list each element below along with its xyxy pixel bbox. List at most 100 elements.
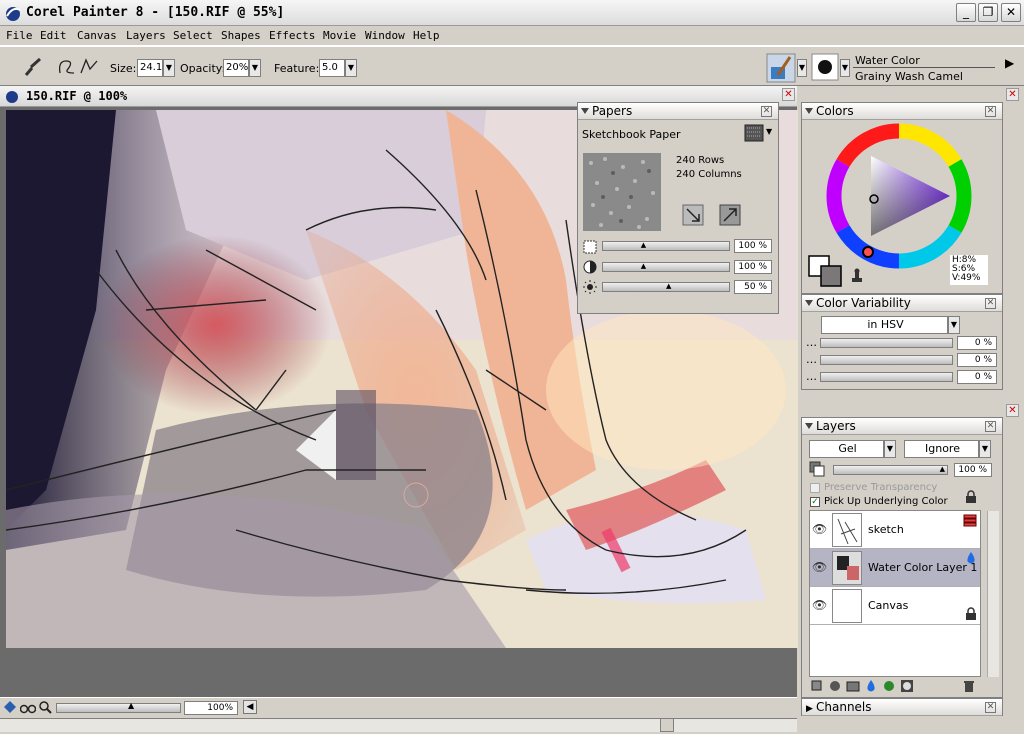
color-wheel[interactable] <box>826 123 972 269</box>
binoculars-icon[interactable] <box>20 700 36 714</box>
composite-method-dropdown-icon[interactable]: ▼ <box>884 440 896 458</box>
variability-saturation-slider[interactable] <box>820 355 953 365</box>
scrollbar-thumb[interactable] <box>660 718 674 732</box>
paper-scale-slider[interactable]: ▲ <box>602 241 730 251</box>
composite-depth-dropdown-icon[interactable]: ▼ <box>979 440 991 458</box>
size-field[interactable]: 24.1 <box>137 59 163 77</box>
colors-close-icon[interactable]: ✕ <box>985 106 996 117</box>
layer-visibility-icon[interactable]: 👁 <box>812 598 827 612</box>
zoom-icon[interactable] <box>38 700 52 714</box>
clone-color-stamp-icon[interactable] <box>849 268 865 284</box>
zoom-slider-thumb-icon[interactable]: ▲ <box>128 701 134 710</box>
opacity-field[interactable]: 20% <box>223 59 249 77</box>
drawing-mode-icon[interactable] <box>3 700 17 714</box>
brush-tool-icon[interactable] <box>22 57 44 77</box>
brush-variant-dropdown-icon[interactable]: ▼ <box>840 59 850 77</box>
layer-row-canvas[interactable]: 👁 Canvas <box>810 587 980 625</box>
menu-file[interactable]: File <box>6 29 33 42</box>
variability-value-value[interactable]: 0 % <box>957 370 997 384</box>
papers-close-icon[interactable]: ✕ <box>761 106 772 117</box>
layer-visibility-icon[interactable]: 👁 <box>812 522 827 536</box>
watercolor-drop-icon <box>967 552 975 564</box>
paper-contrast-slider[interactable]: ▲ <box>602 262 730 272</box>
variability-hue-value[interactable]: 0 % <box>957 336 997 350</box>
paper-brightness-value[interactable]: 50 % <box>734 280 772 294</box>
brush-variant-icon[interactable] <box>811 53 839 81</box>
horizontal-scrollbar[interactable] <box>0 717 797 734</box>
paper-contrast-value[interactable]: 100 % <box>734 260 772 274</box>
pickup-color-checkbox[interactable]: ✓ <box>810 497 820 507</box>
variability-mode[interactable]: in HSV <box>821 316 948 334</box>
menu-canvas[interactable]: Canvas <box>77 29 117 42</box>
paper-brightness-slider[interactable]: ▲ <box>602 282 730 292</box>
channels-close-icon[interactable]: ✕ <box>985 702 996 713</box>
layer-row-watercolor[interactable]: 👁 Water Color Layer 1 <box>810 549 980 587</box>
paper-brightness-icon <box>583 280 597 294</box>
trash-icon[interactable] <box>962 679 976 693</box>
zoom-value[interactable]: 100% <box>184 701 238 715</box>
composite-method[interactable]: Gel <box>809 440 884 458</box>
brush-category-dropdown-icon[interactable]: ▼ <box>797 59 807 77</box>
layers-dock-close-button[interactable]: ✕ <box>1006 404 1019 417</box>
layer-opacity-thumb: ▲ <box>939 465 945 473</box>
invert-paper-icon[interactable] <box>682 204 704 226</box>
straight-line-stroke-icon[interactable] <box>78 55 100 77</box>
paper-dropdown-icon[interactable]: ▼ <box>766 127 772 136</box>
feature-dropdown-icon[interactable]: ▼ <box>345 59 357 77</box>
new-liquid-ink-layer-icon[interactable] <box>882 679 896 693</box>
layer-visibility-icon[interactable]: 👁 <box>812 560 827 574</box>
composite-depth[interactable]: Ignore <box>904 440 979 458</box>
create-layer-mask-icon[interactable] <box>900 679 914 693</box>
layer-opacity-value[interactable]: 100 % <box>954 463 992 477</box>
menu-effects[interactable]: Effects <box>269 29 315 42</box>
restore-button[interactable]: ❐ <box>978 3 998 22</box>
new-watercolor-layer-icon[interactable] <box>864 679 878 693</box>
colors-title[interactable]: Colors <box>816 104 854 118</box>
document-close-button[interactable]: ✕ <box>782 88 795 101</box>
brush-selector-expand-icon[interactable]: ▶ <box>1005 56 1014 70</box>
feature-field[interactable]: 5.0 <box>319 59 345 77</box>
preserve-transparency-checkbox[interactable] <box>810 483 820 493</box>
size-dropdown-icon[interactable]: ▼ <box>163 59 175 77</box>
dynamic-plugins-icon[interactable] <box>828 679 842 693</box>
color-variability-close-icon[interactable]: ✕ <box>985 298 996 309</box>
brush-category-icon[interactable] <box>766 53 796 83</box>
layers-title[interactable]: Layers <box>816 419 856 433</box>
variability-saturation-value[interactable]: 0 % <box>957 353 997 367</box>
layer-adjuster-icon[interactable] <box>810 679 824 693</box>
dock-close-button[interactable]: ✕ <box>1006 88 1019 101</box>
opacity-dropdown-icon[interactable]: ▼ <box>249 59 261 77</box>
layer-row-sketch[interactable]: 👁 sketch <box>810 511 980 549</box>
menu-layers[interactable]: Layers <box>126 29 166 42</box>
paper-selector-icon[interactable] <box>744 124 764 142</box>
channels-expand-icon[interactable]: ▶ <box>806 701 813 717</box>
brush-variant-name[interactable]: Grainy Wash Camel <box>855 70 963 83</box>
menu-edit[interactable]: Edit <box>40 29 67 42</box>
variability-value-slider[interactable] <box>820 372 953 382</box>
zoom-slider[interactable] <box>56 703 181 713</box>
make-paper-icon[interactable] <box>719 204 741 226</box>
freehand-stroke-icon[interactable] <box>56 55 78 77</box>
layers-close-icon[interactable]: ✕ <box>985 421 996 432</box>
papers-title[interactable]: Papers <box>592 104 632 118</box>
menu-select[interactable]: Select <box>173 29 213 42</box>
group-layers-icon[interactable] <box>846 679 860 693</box>
color-variability-title[interactable]: Color Variability <box>816 296 911 310</box>
brush-category-name[interactable]: Water Color <box>855 54 920 67</box>
layer-opacity-slider[interactable]: ▲ <box>833 465 948 475</box>
main-additional-color-swatches[interactable] <box>808 255 844 289</box>
lock-icon[interactable] <box>964 490 978 504</box>
menu-help[interactable]: Help <box>413 29 440 42</box>
variability-mode-dropdown-icon[interactable]: ▼ <box>948 316 960 334</box>
menu-shapes[interactable]: Shapes <box>221 29 261 42</box>
menu-window[interactable]: Window <box>365 29 405 42</box>
hue-picker[interactable] <box>862 246 874 258</box>
minimize-button[interactable]: _ <box>956 3 976 22</box>
menu-movie[interactable]: Movie <box>323 29 356 42</box>
close-button[interactable]: ✕ <box>1001 3 1021 22</box>
zoom-reset-button[interactable]: ◀ <box>243 700 257 714</box>
channels-title[interactable]: Channels <box>816 700 872 714</box>
variability-hue-slider[interactable] <box>820 338 953 348</box>
layers-scrollbar[interactable] <box>987 511 999 677</box>
paper-scale-value[interactable]: 100 % <box>734 239 772 253</box>
